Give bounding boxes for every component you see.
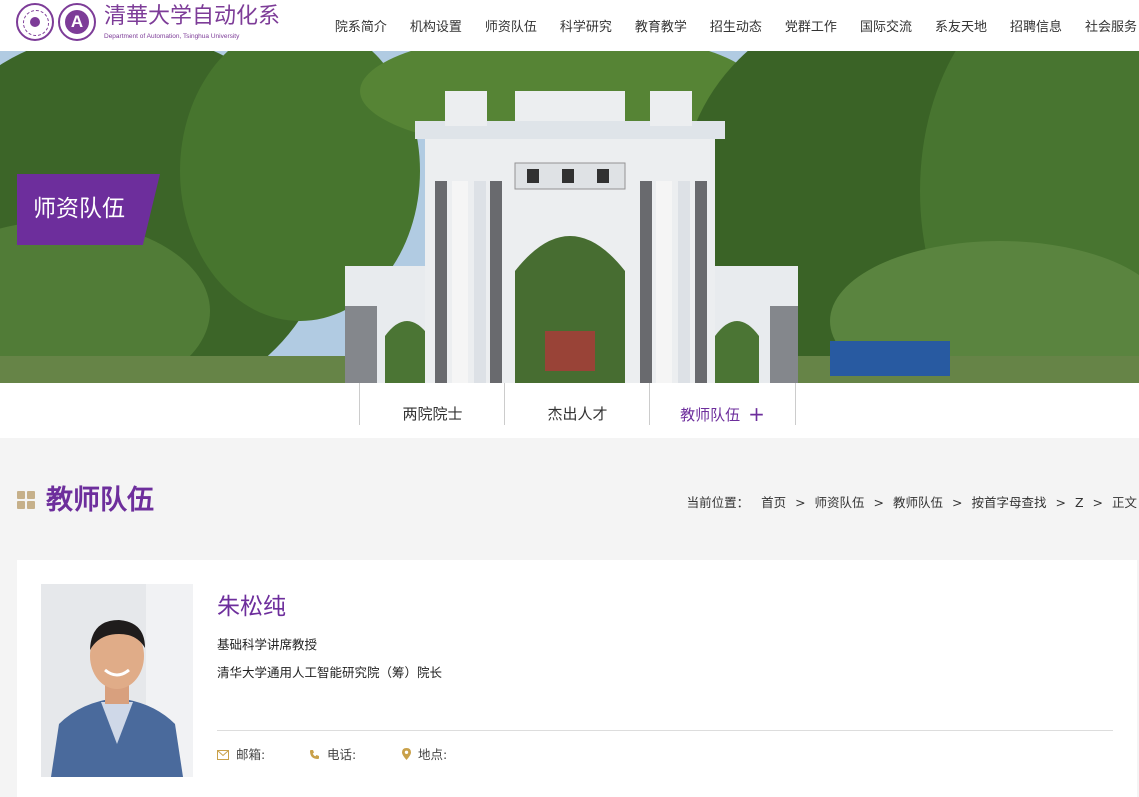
nav-item-service[interactable]: 社会服务 xyxy=(1085,16,1137,35)
location-pin-icon xyxy=(402,748,411,760)
email-label: 邮箱: xyxy=(236,747,266,762)
contact-phone: 电话: xyxy=(309,744,356,763)
banner-section-tag: 师资队伍 xyxy=(17,174,160,245)
tab-faculty-label: 教师队伍 xyxy=(680,406,741,424)
tsinghua-seal-icon xyxy=(16,3,54,41)
tab-faculty[interactable]: 教师队伍 + xyxy=(649,383,796,426)
location-label: 地点: xyxy=(418,747,448,762)
phone-label: 电话: xyxy=(327,747,357,762)
automation-seal-icon: A xyxy=(58,3,96,41)
profile-title-primary: 基础科学讲席教授 xyxy=(217,637,318,652)
tab-distinguished-talents-label: 杰出人才 xyxy=(547,405,608,423)
email-icon xyxy=(217,750,229,760)
card-divider xyxy=(217,730,1113,731)
profile-title-secondary: 清华大学通用人工智能研究院（筹）院长 xyxy=(217,665,443,680)
nav-item-alumni[interactable]: 系友天地 xyxy=(935,16,987,35)
logo-text: 清華大学自动化系 xyxy=(104,4,281,29)
phone-icon xyxy=(310,750,319,759)
nav-item-admissions[interactable]: 招生动态 xyxy=(710,16,762,35)
nav-item-about[interactable]: 院系简介 xyxy=(335,16,387,35)
breadcrumb-separator: > xyxy=(1055,495,1066,510)
breadcrumb-by-initial[interactable]: 按首字母查找 xyxy=(971,495,1046,510)
breadcrumb-label: 当前位置： xyxy=(686,495,750,510)
nav-item-education[interactable]: 教育教学 xyxy=(635,16,687,35)
contact-location: 地点: xyxy=(402,744,447,763)
hero-banner: 师资队伍 xyxy=(0,51,1139,383)
nav-item-faculty[interactable]: 师资队伍 xyxy=(485,16,537,35)
profile-photo xyxy=(41,584,193,777)
breadcrumb-separator: > xyxy=(873,495,885,510)
page-title: 教师队伍 xyxy=(46,485,154,516)
profile-card: 朱松纯 基础科学讲席教授 清华大学通用人工智能研究院（筹）院长 邮箱: 电话: … xyxy=(17,560,1137,797)
nav-item-party[interactable]: 党群工作 xyxy=(785,16,837,35)
breadcrumb-teachers[interactable]: 教师队伍 xyxy=(893,495,943,510)
profile-name: 朱松纯 xyxy=(217,594,286,620)
breadcrumb-separator: > xyxy=(1092,495,1103,510)
section-subnav: 两院院士 杰出人才 教师队伍 + xyxy=(0,383,1139,438)
tab-academicians[interactable]: 两院院士 xyxy=(359,383,505,425)
site-header: A 清華大学自动化系 Department of Automation, Tsi… xyxy=(0,0,1139,52)
breadcrumb-current: 正文 xyxy=(1111,495,1137,510)
nav-item-jobs[interactable]: 招聘信息 xyxy=(1010,16,1062,35)
tab-academicians-label: 两院院士 xyxy=(402,405,463,423)
contact-email: 邮箱: xyxy=(217,744,265,763)
breadcrumb-home[interactable]: 首页 xyxy=(761,495,786,510)
breadcrumb-separator: > xyxy=(795,495,806,510)
nav-item-organization[interactable]: 机构设置 xyxy=(410,16,462,35)
breadcrumb-separator: > xyxy=(952,495,963,510)
main-nav: 院系简介 机构设置 师资队伍 科学研究 教育教学 招生动态 党群工作 国际交流 … xyxy=(312,0,1139,51)
nav-item-research[interactable]: 科学研究 xyxy=(560,16,612,35)
campus-gate-image xyxy=(0,51,1139,383)
breadcrumb: 当前位置： 首页 > 师资队伍 > 教师队伍 > 按首字母查找 > Z > 正文 xyxy=(687,492,1137,511)
nav-item-international[interactable]: 国际交流 xyxy=(860,16,912,35)
breadcrumb-letter-z[interactable]: Z xyxy=(1075,495,1084,510)
tab-distinguished-talents[interactable]: 杰出人才 xyxy=(504,383,650,425)
plus-icon[interactable]: + xyxy=(748,402,765,426)
breadcrumb-faculty[interactable]: 师资队伍 xyxy=(815,495,865,510)
grid-title-icon xyxy=(17,491,36,510)
logo-subtitle: Department of Automation, Tsinghua Unive… xyxy=(104,33,240,40)
